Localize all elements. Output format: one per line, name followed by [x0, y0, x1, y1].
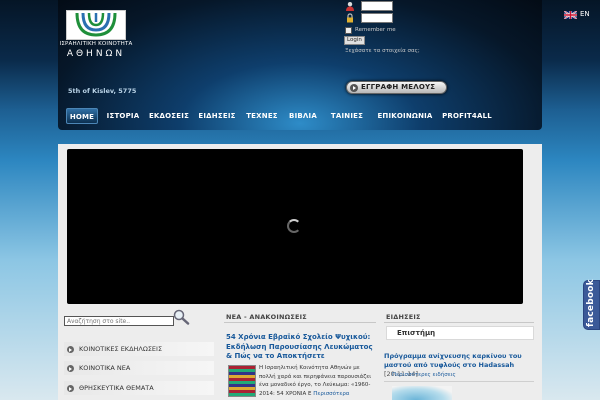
register-member-label: ΕΓΓΡΑΦΗ ΜΕΛΟΥΣ	[361, 83, 436, 91]
forgot-credentials-link[interactable]: Ξεχάσατε τα στοιχεία σας;	[345, 47, 437, 55]
event-divider	[384, 381, 534, 382]
event-image[interactable]	[392, 386, 452, 400]
user-icon	[346, 2, 354, 11]
arrow-right-icon	[67, 385, 74, 392]
language-label: EN	[580, 10, 590, 18]
logo-subtitle: ΙΣΡΑΗΛΙΤΙΚΗ ΚΟΙΝΟΤΗΤΑ	[59, 41, 133, 47]
loading-spinner-icon	[287, 219, 301, 233]
nav-item-news[interactable]: ΕΙΔΗΣΕΙΣ	[195, 108, 239, 124]
nav-item-profit4all[interactable]: PROFIT4ALL	[442, 108, 492, 124]
sidebar-item-label: ΚΟΙΝΟΤΙΚΕΣ ΕΚΔΗΛΩΣΕΙΣ	[79, 345, 163, 353]
sidebar-item-label: ΘΡΗΣΚΕΥΤΙΚΑ ΘΕΜΑΤΑ	[79, 384, 154, 392]
event-title-text: Πρόγραμμα ανίχνευσης καρκίνου του μαστού…	[384, 352, 522, 369]
news-article-excerpt: Η Ισραηλιτική Κοινότητα Αθηνών με πολλή …	[259, 364, 377, 398]
register-member-button[interactable]: ΕΓΓΡΑΦΗ ΜΕΛΟΥΣ	[346, 81, 447, 94]
sidebar-item-religious-topics[interactable]: ΘΡΗΣΚΕΥΤΙΚΑ ΘΕΜΑΤΑ	[64, 381, 214, 395]
nav-item-films[interactable]: ΤΑΙΝΙΕΣ	[326, 108, 368, 124]
remember-me-label: Remember me	[355, 27, 396, 33]
events-more-link[interactable]: Περισσότερες ειδήσεις	[392, 372, 456, 378]
events-heading: ΕΙΔΗΣΕΙΣ	[386, 313, 421, 321]
community-logo[interactable]	[66, 10, 126, 40]
password-row	[345, 13, 405, 23]
remember-me-checkbox[interactable]	[345, 27, 352, 34]
nav-item-home[interactable]: HOME	[66, 108, 98, 124]
nav-item-history[interactable]: ΙΣΤΟΡΙΑ	[103, 108, 143, 124]
password-input[interactable]	[361, 13, 393, 23]
arrow-right-icon	[67, 346, 74, 353]
news-article-thumbnail[interactable]	[228, 365, 256, 397]
sidebar-item-community-news[interactable]: ΚΟΙΝΟΤΙΚΑ ΝΕΑ	[64, 361, 214, 375]
hebrew-date: 5th of Kislev, 5775	[68, 87, 137, 95]
search-icon[interactable]	[172, 309, 190, 325]
language-switch[interactable]: EN	[564, 10, 594, 20]
nav-item-books[interactable]: ΒΙΒΛΙΑ	[284, 108, 322, 124]
search-input[interactable]	[64, 316, 174, 326]
events-category-box: Επιστήμη	[386, 326, 534, 340]
nav-item-contact[interactable]: ΕΠΙΚΟΙΝΩΝΙΑ	[372, 108, 438, 124]
login-panel: Remember me Login Ξεχάσατε τα στοιχεία σ…	[343, 0, 443, 70]
arrow-right-icon	[67, 365, 74, 372]
news-article-title[interactable]: 54 Χρόνια Εβραϊκό Σχολείο Ψυχικού: Εκδήλ…	[226, 333, 376, 362]
sidebar-item-label: ΚΟΙΝΟΤΙΚΑ ΝΕΑ	[79, 364, 131, 372]
news-divider	[224, 322, 376, 323]
main-navigation: HOME ΙΣΤΟΡΙΑ ΕΚΔΟΣΕΙΣ ΕΙΔΗΣΕΙΣ ΤΕΧΝΕΣ ΒΙ…	[58, 104, 542, 128]
sidebar-item-community-events[interactable]: ΚΟΙΝΟΤΙΚΕΣ ΕΚΔΗΛΩΣΕΙΣ	[64, 342, 214, 356]
username-input[interactable]	[361, 1, 393, 11]
events-category-label: Επιστήμη	[397, 329, 436, 337]
arrow-right-icon	[350, 84, 358, 92]
events-divider	[384, 322, 534, 323]
lock-icon	[347, 13, 353, 23]
facebook-label: facebook	[586, 279, 596, 327]
login-button[interactable]: Login	[344, 36, 365, 45]
username-row	[345, 1, 405, 11]
video-player[interactable]	[67, 149, 523, 304]
nav-item-arts[interactable]: ΤΕΧΝΕΣ	[243, 108, 281, 124]
facebook-tab[interactable]: facebook	[583, 279, 600, 330]
news-heading: ΝΕΑ - ΑΝΑΚΟΙΝΩΣΕΙΣ	[226, 313, 307, 321]
uk-flag-icon	[564, 11, 577, 19]
news-more-link[interactable]: Περισσότερα	[313, 391, 349, 397]
logo-title: ΑΘΗΝΩΝ	[66, 49, 126, 59]
nav-item-publications[interactable]: ΕΚΔΟΣΕΙΣ	[146, 108, 192, 124]
